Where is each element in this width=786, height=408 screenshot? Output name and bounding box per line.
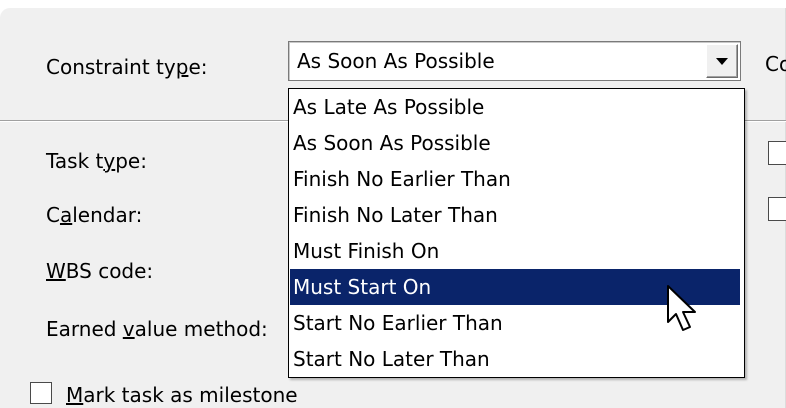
option-start-no-later-than[interactable]: Start No Later Than — [290, 341, 740, 377]
mark-milestone-label: Mark task as milestone — [66, 383, 298, 407]
dropdown-arrow-icon — [716, 58, 728, 65]
task-type-label: Task type: — [46, 149, 147, 173]
option-as-soon-as-possible[interactable]: As Soon As Possible — [290, 125, 740, 161]
option-checkbox-1[interactable] — [768, 141, 786, 165]
earned-value-method-label: Earned value method: — [46, 317, 268, 341]
constraint-type-value: As Soon As Possible — [297, 49, 495, 73]
wbs-code-label: WBS code: — [46, 259, 154, 283]
constraint-date-label-partial: Co — [765, 52, 786, 76]
option-must-finish-on[interactable]: Must Finish On — [290, 233, 740, 269]
constraint-type-combobox[interactable]: As Soon As Possible — [288, 41, 741, 81]
mouse-pointer-icon — [667, 285, 696, 331]
calendar-label: Calendar: — [46, 203, 143, 227]
mark-milestone-checkbox[interactable] — [30, 382, 52, 404]
option-finish-no-later-than[interactable]: Finish No Later Than — [290, 197, 740, 233]
option-as-late-as-possible[interactable]: As Late As Possible — [290, 89, 740, 125]
constraint-type-label: Constraint type: — [46, 55, 208, 79]
option-finish-no-earlier-than[interactable]: Finish No Earlier Than — [290, 161, 740, 197]
dropdown-button[interactable] — [706, 44, 738, 78]
option-checkbox-2[interactable] — [768, 197, 786, 221]
task-information-dialog: Constraint type: As Soon As Possible Co … — [0, 8, 786, 408]
